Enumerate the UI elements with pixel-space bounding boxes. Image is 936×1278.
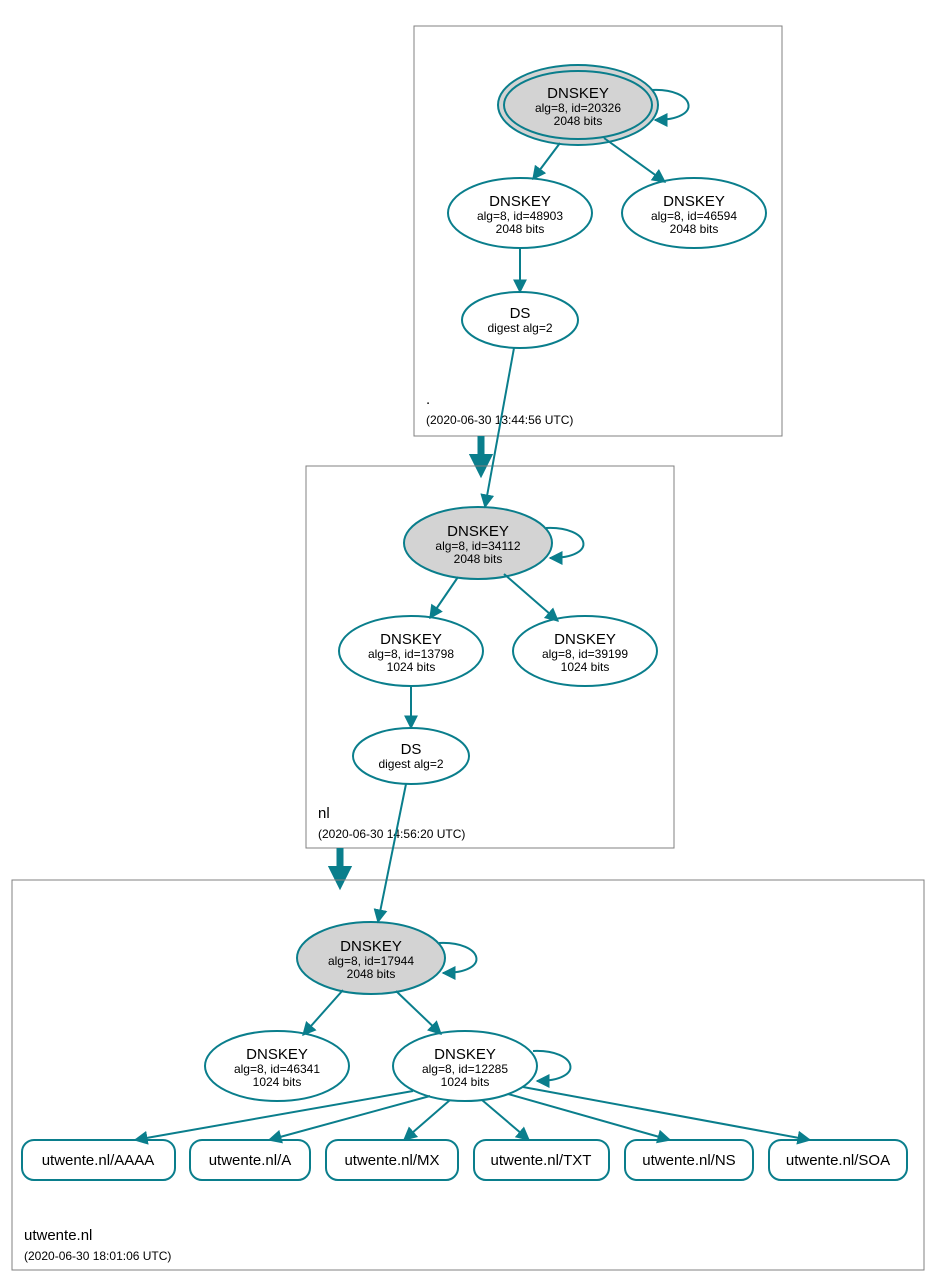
edge-nl-ksk-zsk2	[504, 574, 558, 621]
root-dnskey-zsk2: DNSKEY alg=8, id=46594 2048 bits	[622, 178, 766, 248]
svg-text:1024 bits: 1024 bits	[561, 660, 610, 674]
root-dnskey-zsk1: DNSKEY alg=8, id=48903 2048 bits	[448, 178, 592, 248]
edge-zsk2-soa	[523, 1087, 810, 1140]
svg-text:alg=8, id=17944: alg=8, id=17944	[328, 954, 414, 968]
edge-zsk2-mx	[404, 1100, 450, 1140]
root-ds: DS digest alg=2	[462, 292, 578, 348]
svg-text:1024 bits: 1024 bits	[387, 660, 436, 674]
zone-nl-time: (2020-06-30 14:56:20 UTC)	[318, 827, 465, 841]
svg-text:DS: DS	[510, 305, 531, 322]
svg-text:digest alg=2: digest alg=2	[487, 321, 552, 335]
svg-text:utwente.nl/SOA: utwente.nl/SOA	[786, 1152, 890, 1169]
root-dnskey-ksk: DNSKEY alg=8, id=20326 2048 bits	[498, 65, 658, 145]
svg-text:alg=8, id=20326: alg=8, id=20326	[535, 101, 621, 115]
svg-text:2048 bits: 2048 bits	[347, 967, 396, 981]
svg-text:DNSKEY: DNSKEY	[663, 193, 725, 210]
svg-text:DS: DS	[401, 741, 422, 758]
svg-text:utwente.nl/A: utwente.nl/A	[209, 1152, 292, 1169]
svg-text:1024 bits: 1024 bits	[253, 1075, 302, 1089]
record-aaaa: utwente.nl/AAAA	[22, 1140, 175, 1180]
utwente-dnskey-zsk2: DNSKEY alg=8, id=12285 1024 bits	[393, 1031, 537, 1101]
edge-utwente-ksk-zsk2	[396, 991, 441, 1034]
svg-text:alg=8, id=34112: alg=8, id=34112	[435, 539, 521, 553]
record-txt: utwente.nl/TXT	[474, 1140, 609, 1180]
svg-text:alg=8, id=39199: alg=8, id=39199	[542, 647, 628, 661]
svg-text:DNSKEY: DNSKEY	[547, 85, 609, 102]
svg-text:2048 bits: 2048 bits	[496, 222, 545, 236]
svg-text:utwente.nl/TXT: utwente.nl/TXT	[491, 1152, 592, 1169]
zone-root: . (2020-06-30 13:44:56 UTC) DNSKEY alg=8…	[414, 26, 782, 436]
edge-root-ds-to-nl-ksk	[485, 348, 514, 507]
utwente-dnskey-ksk: DNSKEY alg=8, id=17944 2048 bits	[297, 922, 445, 994]
svg-text:1024 bits: 1024 bits	[441, 1075, 490, 1089]
zone-utwente: utwente.nl (2020-06-30 18:01:06 UTC) DNS…	[12, 784, 924, 1270]
edge-zsk2-ns	[508, 1094, 670, 1140]
svg-text:utwente.nl/NS: utwente.nl/NS	[642, 1152, 735, 1169]
svg-text:alg=8, id=46341: alg=8, id=46341	[234, 1062, 320, 1076]
svg-text:utwente.nl/AAAA: utwente.nl/AAAA	[42, 1152, 155, 1169]
svg-text:2048 bits: 2048 bits	[554, 114, 603, 128]
record-mx: utwente.nl/MX	[326, 1140, 458, 1180]
record-ns: utwente.nl/NS	[625, 1140, 753, 1180]
edge-root-ksk-zsk1	[533, 143, 560, 179]
svg-text:DNSKEY: DNSKEY	[554, 631, 616, 648]
edge-utwente-zsk2-self	[533, 1051, 570, 1081]
svg-text:DNSKEY: DNSKEY	[380, 631, 442, 648]
edge-nl-ds-to-utwente-ksk	[378, 784, 406, 922]
svg-text:DNSKEY: DNSKEY	[489, 193, 551, 210]
svg-text:DNSKEY: DNSKEY	[434, 1046, 496, 1063]
nl-dnskey-ksk: DNSKEY alg=8, id=34112 2048 bits	[404, 507, 552, 579]
edge-utwente-ksk-zsk1	[303, 990, 343, 1035]
svg-text:digest alg=2: digest alg=2	[378, 757, 443, 771]
svg-text:alg=8, id=48903: alg=8, id=48903	[477, 209, 563, 223]
zone-utwente-time: (2020-06-30 18:01:06 UTC)	[24, 1249, 171, 1263]
record-a: utwente.nl/A	[190, 1140, 310, 1180]
utwente-dnskey-zsk1: DNSKEY alg=8, id=46341 1024 bits	[205, 1031, 349, 1101]
svg-text:2048 bits: 2048 bits	[670, 222, 719, 236]
svg-text:alg=8, id=13798: alg=8, id=13798	[368, 647, 454, 661]
zone-root-label: .	[426, 391, 430, 408]
svg-text:2048 bits: 2048 bits	[454, 552, 503, 566]
record-soa: utwente.nl/SOA	[769, 1140, 907, 1180]
svg-text:alg=8, id=12285: alg=8, id=12285	[422, 1062, 508, 1076]
zone-nl-label: nl	[318, 805, 330, 822]
edge-zsk2-txt	[482, 1100, 529, 1140]
nl-dnskey-zsk2: DNSKEY alg=8, id=39199 1024 bits	[513, 616, 657, 686]
nl-ds: DS digest alg=2	[353, 728, 469, 784]
svg-text:DNSKEY: DNSKEY	[340, 938, 402, 955]
svg-text:utwente.nl/MX: utwente.nl/MX	[344, 1152, 439, 1169]
svg-text:DNSKEY: DNSKEY	[447, 523, 509, 540]
zone-utwente-label: utwente.nl	[24, 1227, 92, 1244]
edge-nl-ksk-zsk1	[430, 577, 458, 618]
nl-dnskey-zsk1: DNSKEY alg=8, id=13798 1024 bits	[339, 616, 483, 686]
svg-text:DNSKEY: DNSKEY	[246, 1046, 308, 1063]
svg-text:alg=8, id=46594: alg=8, id=46594	[651, 209, 737, 223]
edge-root-ksk-zsk2	[604, 138, 665, 182]
